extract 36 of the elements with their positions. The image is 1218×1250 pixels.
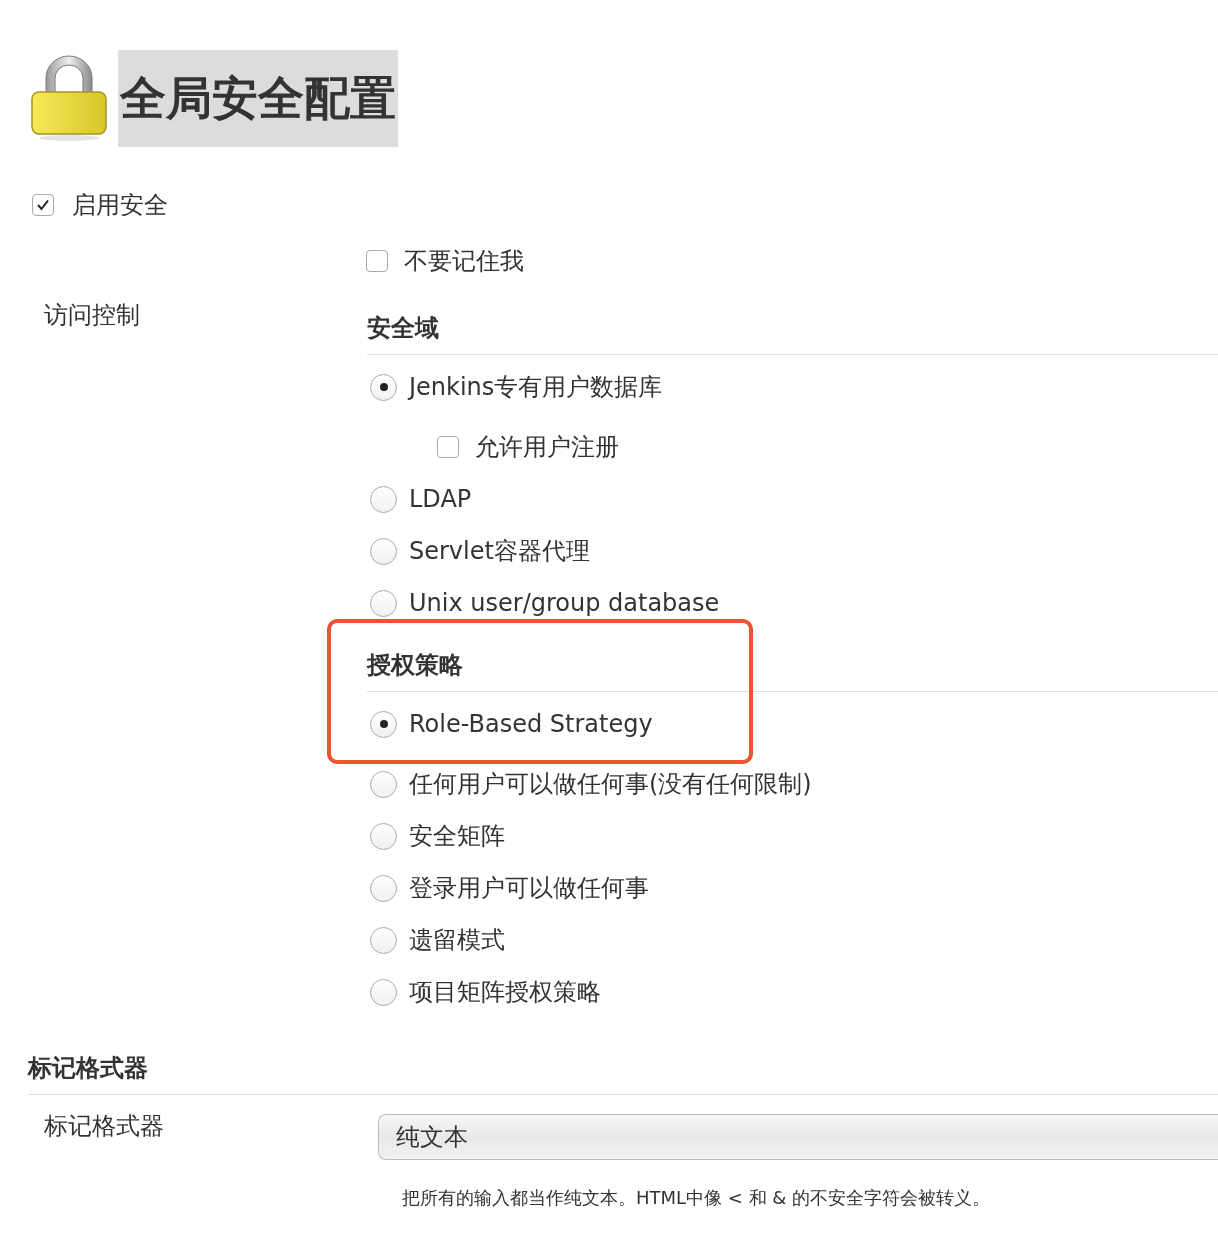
radio-button[interactable]: [370, 978, 397, 1006]
radio-label: Jenkins专有用户数据库: [409, 372, 663, 402]
checkbox[interactable]: [437, 436, 459, 458]
radio-button[interactable]: [370, 874, 397, 902]
radio-button[interactable]: [370, 373, 397, 401]
radio-button[interactable]: [370, 710, 397, 738]
section-heading: 授权策略: [367, 629, 1218, 692]
radio-label: 安全矩阵: [409, 821, 505, 851]
radio-button[interactable]: [370, 485, 397, 513]
radio-button[interactable]: [370, 926, 397, 954]
radio-label: 任何用户可以做任何事(没有任何限制): [409, 769, 812, 799]
radio-button[interactable]: [370, 537, 397, 565]
formatter-dropdown[interactable]: 纯文本: [378, 1114, 1218, 1160]
checkbox-label: 启用安全: [72, 190, 168, 220]
lock-icon: [30, 52, 108, 142]
radio-label: LDAP: [409, 484, 472, 514]
page-title: 全局安全配置: [118, 50, 398, 147]
field-label: 标记格式器: [43, 1111, 165, 1142]
radio-label: Servlet容器代理: [409, 536, 590, 566]
section-heading: 标记格式器: [28, 1018, 1218, 1095]
checkbox-label: 允许用户注册: [475, 432, 619, 462]
radio-label: Unix user/group database: [409, 588, 720, 618]
radio-label: Role-Based Strategy: [409, 709, 653, 739]
help-text: 把所有的输入都当作纯文本。HTML中像 < 和 & 的不安全字符会被转义。: [402, 1186, 992, 1210]
radio-label: 遗留模式: [409, 925, 505, 955]
radio-label: 项目矩阵授权策略: [409, 977, 601, 1007]
radio-button[interactable]: [370, 770, 397, 798]
section-heading: 安全域: [367, 287, 1218, 355]
checkbox[interactable]: [32, 194, 54, 216]
check-icon: [36, 198, 50, 212]
checkbox[interactable]: [366, 250, 388, 272]
field-label: 访问控制: [44, 301, 140, 329]
radio-button[interactable]: [370, 822, 397, 850]
radio-button[interactable]: [370, 589, 397, 617]
radio-label: 登录用户可以做任何事: [409, 873, 649, 903]
checkbox-label: 不要记住我: [404, 246, 524, 276]
